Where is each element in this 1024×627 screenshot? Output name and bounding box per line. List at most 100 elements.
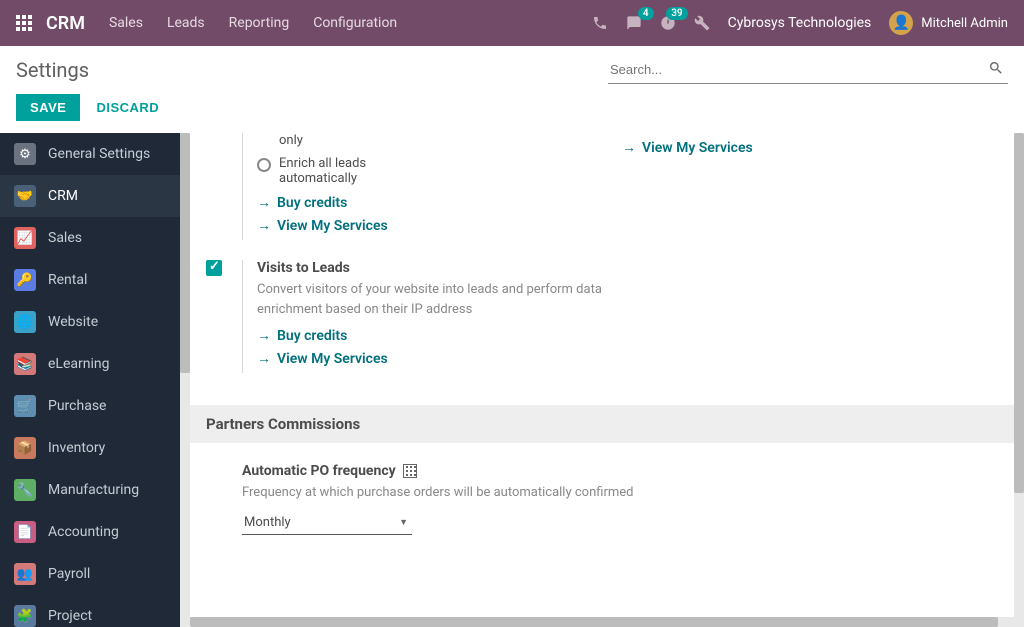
nav-reporting[interactable]: Reporting (229, 15, 290, 31)
sidebar-item-payroll[interactable]: 👥 Payroll (0, 553, 180, 595)
nav-leads[interactable]: Leads (167, 15, 205, 31)
page-title: Settings (16, 58, 89, 82)
sidebar-item-label: Website (48, 314, 98, 330)
sidebar-item-label: Rental (48, 272, 87, 288)
company-name[interactable]: Cybrosys Technologies (728, 15, 872, 31)
sidebar-item-label: eLearning (48, 356, 109, 372)
gear-icon: ⚙ (14, 143, 36, 165)
action-row: SAVE DISCARD (0, 84, 1024, 133)
sidebar-item-inventory[interactable]: 📦 Inventory (0, 427, 180, 469)
link-label: View My Services (277, 218, 388, 234)
arrow-right-icon: → (257, 327, 271, 344)
sidebar-item-crm[interactable]: 🤝 CRM (0, 175, 180, 217)
save-button[interactable]: SAVE (16, 94, 80, 121)
user-name: Mitchell Admin (921, 16, 1008, 31)
setting-desc: Convert visitors of your website into le… (257, 280, 669, 319)
setting-enrich: only Enrich all leads automatically →Buy… (206, 133, 582, 240)
arrow-right-icon: → (622, 139, 636, 156)
sidebar-item-label: Accounting (48, 524, 119, 540)
section-partners-commissions: Partners Commissions (190, 405, 1014, 443)
link-view-services[interactable]: → View My Services (257, 217, 582, 234)
discard-button[interactable]: DISCARD (96, 100, 159, 115)
content-vertical-scrollbar[interactable] (1014, 133, 1024, 627)
nav-sales[interactable]: Sales (109, 15, 143, 31)
wrench-icon: 🔧 (14, 479, 36, 501)
arrow-right-icon: → (257, 350, 271, 367)
radio-icon (257, 158, 271, 172)
chart-icon: 📈 (14, 227, 36, 249)
activities-icon[interactable]: 39 (660, 15, 676, 31)
sidebar-item-project[interactable]: 🧩 Project (0, 595, 180, 627)
messages-icon[interactable]: 4 (626, 15, 642, 31)
people-icon: 👥 (14, 563, 36, 585)
body: ⚙ General Settings 🤝 CRM 📈 Sales 🔑 Rental 🌐 W… (0, 133, 1024, 627)
key-icon: 🔑 (14, 269, 36, 291)
navbar-right: 4 39 Cybrosys Technologies 👤 Mitchell Ad… (592, 11, 1008, 35)
link-buy-credits[interactable]: →Buy credits (257, 194, 582, 211)
setting-visits-to-leads: Visits to Leads Convert visitors of your… (206, 260, 669, 373)
sidebar-item-label: Manufacturing (48, 482, 139, 498)
link-label: Buy credits (277, 328, 347, 344)
arrow-right-icon: → (257, 217, 271, 234)
sidebar-item-label: Sales (48, 230, 82, 246)
activities-badge: 39 (666, 7, 687, 20)
search-icon[interactable] (988, 60, 1004, 80)
sidebar-item-label: Inventory (48, 440, 105, 456)
settings-sidebar: ⚙ General Settings 🤝 CRM 📈 Sales 🔑 Rental 🌐 W… (0, 133, 180, 627)
avatar: 👤 (889, 11, 913, 35)
radio-label: only (279, 133, 303, 148)
sidebar-item-label: Payroll (48, 566, 90, 582)
radio-all[interactable]: Enrich all leads automatically (257, 156, 582, 186)
document-icon: 📄 (14, 521, 36, 543)
sidebar-item-accounting[interactable]: 📄 Accounting (0, 511, 180, 553)
phone-icon[interactable] (592, 15, 608, 31)
sidebar-item-manufacturing[interactable]: 🔧 Manufacturing (0, 469, 180, 511)
sidebar-item-elearning[interactable]: 📚 eLearning (0, 343, 180, 385)
sidebar-item-label: CRM (48, 188, 78, 204)
radio-only[interactable]: only (257, 133, 582, 148)
checkbox-visits[interactable] (206, 260, 222, 276)
link-label: View My Services (642, 140, 753, 156)
sidebar-item-label: Purchase (48, 398, 106, 414)
sidebar-item-rental[interactable]: 🔑 Rental (0, 259, 180, 301)
link-buy-credits-2[interactable]: → Buy credits (257, 327, 669, 344)
tools-icon[interactable] (694, 15, 710, 31)
building-icon (403, 464, 417, 478)
sub-header: Settings (0, 46, 1024, 84)
navbar: CRM Sales Leads Reporting Configuration … (0, 0, 1024, 46)
brand-title: CRM (46, 13, 85, 34)
box-icon: 📦 (14, 437, 36, 459)
search-container (608, 56, 1008, 84)
content-horizontal-scrollbar[interactable] (190, 617, 1014, 627)
setting-title: Automatic PO frequency (242, 463, 669, 479)
search-input[interactable] (608, 56, 1008, 84)
puzzle-icon: 🧩 (14, 605, 36, 627)
setting-po-frequency: Automatic PO frequency Frequency at whic… (206, 463, 669, 535)
setting-title: Visits to Leads (257, 260, 669, 276)
apps-menu-icon[interactable] (16, 15, 32, 31)
sidebar-item-website[interactable]: 🌐 Website (0, 301, 180, 343)
setting-desc: Frequency at which purchase orders will … (242, 483, 669, 503)
link-view-services-3[interactable]: → View My Services (257, 350, 669, 367)
globe-icon: 🌐 (14, 311, 36, 333)
po-frequency-select[interactable]: Monthly (242, 511, 412, 535)
sidebar-item-general[interactable]: ⚙ General Settings (0, 133, 180, 175)
book-icon: 📚 (14, 353, 36, 375)
settings-content: only Enrich all leads automatically → Buy… (190, 133, 1014, 627)
messages-badge: 4 (638, 7, 654, 20)
sidebar-item-purchase[interactable]: 🛒 Purchase (0, 385, 180, 427)
cart-icon: 🛒 (14, 395, 36, 417)
sidebar-scrollbar[interactable] (180, 133, 190, 627)
po-title-text: Automatic PO frequency (242, 463, 396, 479)
link-label: Buy credits (277, 195, 347, 211)
link-view-services-2[interactable]: → View My Services (622, 139, 998, 156)
link-label: View My Services (277, 351, 388, 367)
nav-links: Sales Leads Reporting Configuration (109, 15, 397, 31)
sidebar-item-sales[interactable]: 📈 Sales (0, 217, 180, 259)
nav-configuration[interactable]: Configuration (313, 15, 397, 31)
sidebar-item-label: Project (48, 608, 92, 624)
sidebar-item-label: General Settings (48, 146, 150, 162)
radio-label: Enrich all leads automatically (279, 156, 419, 186)
handshake-icon: 🤝 (14, 185, 36, 207)
user-menu[interactable]: 👤 Mitchell Admin (889, 11, 1008, 35)
